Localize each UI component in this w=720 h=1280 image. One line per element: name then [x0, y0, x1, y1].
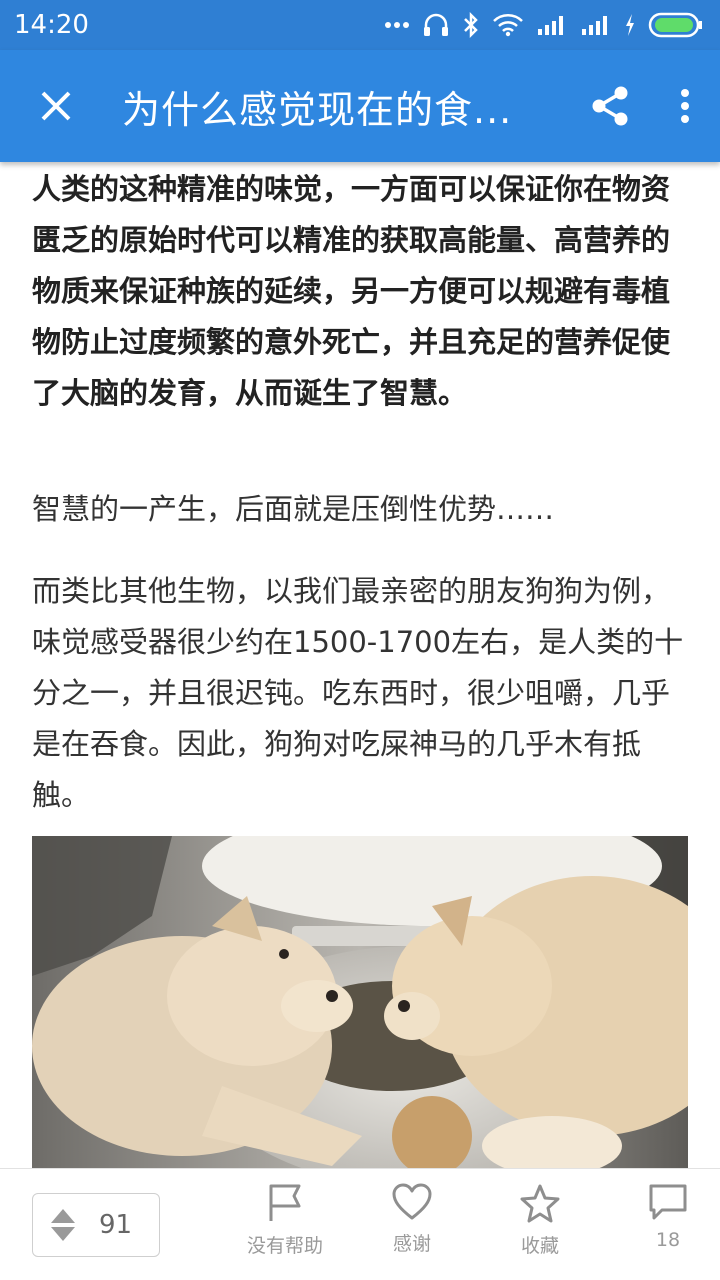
signal-icon: [582, 16, 607, 35]
charging-icon: [626, 14, 634, 36]
heart-icon: [392, 1183, 432, 1220]
headset-icon: [424, 13, 448, 36]
no-help-button[interactable]: 没有帮助: [230, 1183, 340, 1258]
star-icon: [520, 1184, 560, 1223]
thanks-button[interactable]: 感谢: [357, 1183, 467, 1256]
article-content[interactable]: 人类的这种精准的味觉，一方面可以保证你在物资匮乏的原始时代可以精准的获取高能量、…: [0, 162, 720, 1168]
battery-icon: [648, 12, 702, 38]
close-button[interactable]: [0, 50, 112, 162]
vote-count: 91: [99, 1210, 133, 1240]
status-bar: 14:20: [0, 0, 720, 50]
app-bar: 为什么感觉现在的食...: [0, 50, 720, 162]
vote-up-down-icon: [51, 1209, 75, 1241]
more-vert-icon: [681, 89, 689, 123]
wifi-icon: [493, 14, 523, 37]
share-icon: [592, 86, 628, 126]
close-icon: [41, 91, 71, 121]
bluetooth-icon: [464, 11, 478, 39]
no-help-label: 没有帮助: [246, 1235, 323, 1257]
more-button[interactable]: [650, 50, 720, 162]
comment-button[interactable]: 18: [613, 1183, 720, 1251]
bottom-action-bar: 91 没有帮助 感谢 收藏 18: [0, 1168, 720, 1280]
vote-button[interactable]: 91: [32, 1193, 160, 1257]
more-dots-icon: [385, 22, 409, 28]
comment-count: 18: [655, 1229, 681, 1251]
share-button[interactable]: [570, 50, 650, 162]
article-paragraph-bold: 人类的这种精准的味觉，一方面可以保证你在物资匮乏的原始时代可以精准的获取高能量、…: [32, 172, 671, 410]
status-icons: [384, 11, 704, 39]
favorite-label: 收藏: [520, 1235, 559, 1257]
comment-icon: [649, 1184, 687, 1220]
favorite-button[interactable]: 收藏: [485, 1183, 595, 1258]
signal-icon: [538, 16, 563, 35]
page-title: 为什么感觉现在的食...: [122, 87, 513, 132]
flag-icon: [269, 1184, 301, 1221]
thanks-label: 感谢: [392, 1233, 431, 1255]
puppies-photo[interactable]: [32, 836, 688, 1168]
vote-arrows: [33, 1207, 93, 1243]
status-time: 14:20: [14, 10, 89, 40]
article-paragraph: 而类比其他生物，以我们最亲密的朋友狗狗为例，味觉感受器很少约在1500-1700…: [32, 574, 684, 812]
article-paragraph: 智慧的一产生，后面就是压倒性优势……: [32, 492, 555, 526]
